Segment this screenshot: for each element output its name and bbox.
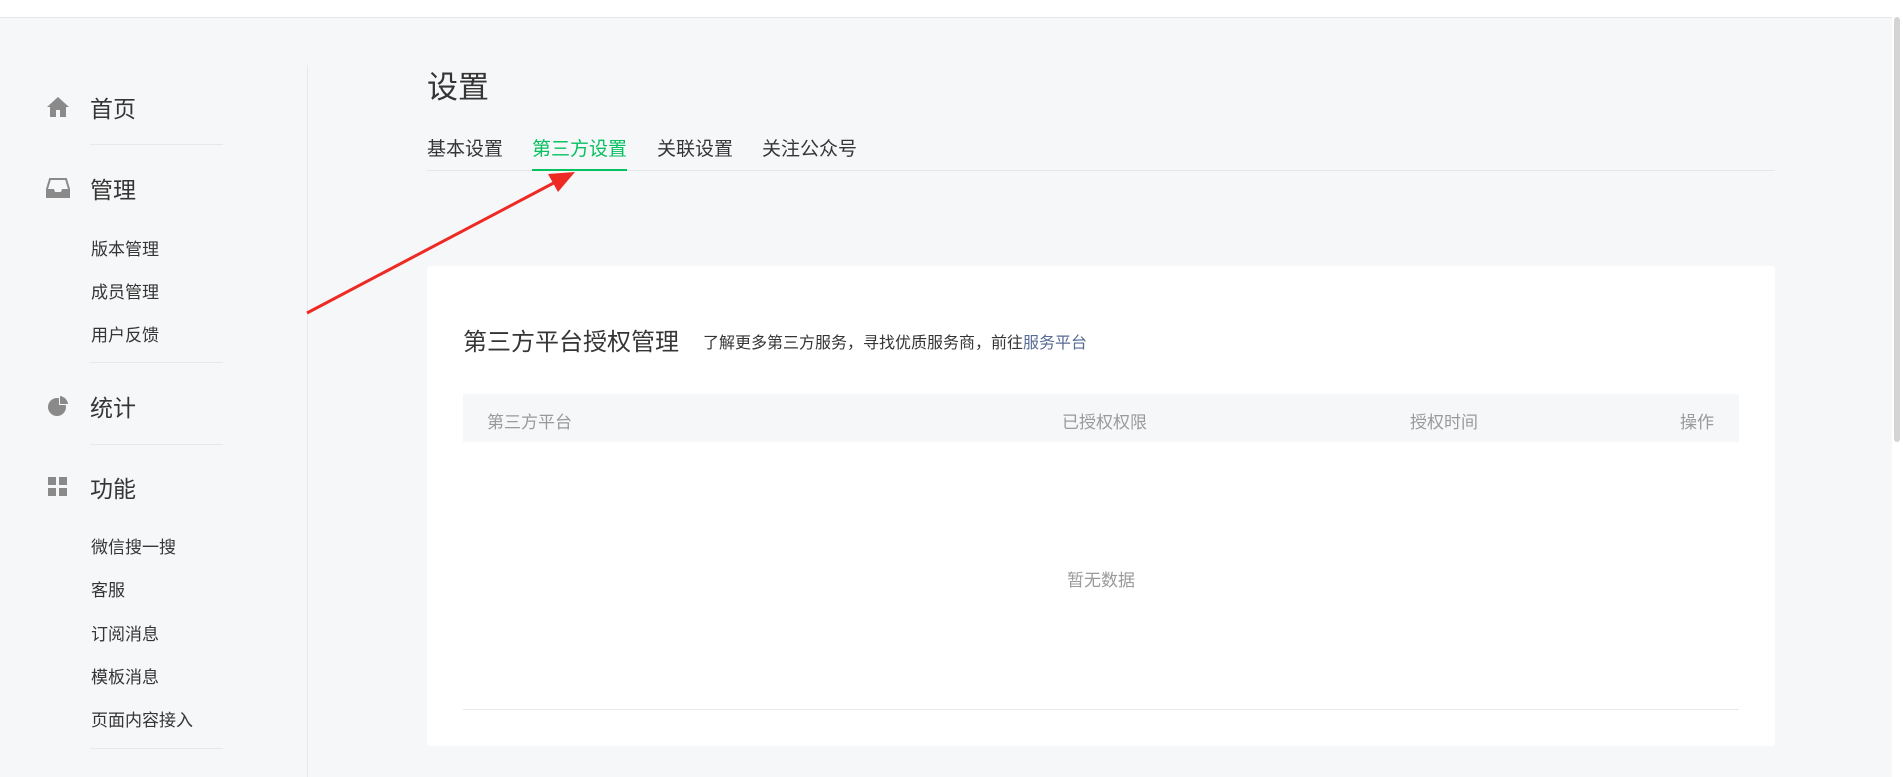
divider [90,144,223,145]
third-party-auth-card: 第三方平台授权管理 了解更多第三方服务，寻找优质服务商，前往服务平台 第三方平台… [427,266,1775,746]
home-icon [45,94,71,120]
sidebar: 首页 管理 版本管理 成员管理 用户反馈 统计 功能 微信搜一搜 客服 订阅消息… [0,65,308,777]
column-header-permissions: 已授权权限 [1062,413,1147,433]
sidebar-item-subscribe-message[interactable]: 订阅消息 [91,620,159,645]
column-header-auth-time: 授权时间 [1410,413,1478,433]
divider [90,748,223,749]
scrollbar[interactable] [1892,17,1903,777]
divider [90,444,223,445]
empty-state-text: 暂无数据 [1067,571,1135,591]
tab-basic-settings[interactable]: 基本设置 [427,134,503,169]
column-header-platform: 第三方平台 [487,413,572,433]
card-description-text: 了解更多第三方服务，寻找优质服务商，前往 [703,333,1024,352]
sidebar-item-customer-service[interactable]: 客服 [91,576,125,601]
service-platform-link[interactable]: 服务平台 [1023,333,1087,352]
grid-icon [45,474,71,500]
card-description: 了解更多第三方服务，寻找优质服务商，前往服务平台 [703,329,1087,353]
sidebar-item-label: 首页 [90,97,136,123]
sidebar-item-version-manage[interactable]: 版本管理 [91,235,159,260]
tab-third-party-settings[interactable]: 第三方设置 [532,134,628,171]
sidebar-item-template-message[interactable]: 模板消息 [91,663,159,688]
sidebar-item-page-content[interactable]: 页面内容接入 [91,706,193,731]
page-title: 设置 [427,70,489,106]
pie-chart-icon [45,393,71,419]
sidebar-item-user-feedback[interactable]: 用户反馈 [91,321,159,346]
top-bar [0,0,1903,18]
sidebar-item-wechat-search[interactable]: 微信搜一搜 [91,533,176,558]
sidebar-item-label: 统计 [90,396,136,422]
sidebar-item-label: 管理 [90,178,136,204]
card-title: 第三方平台授权管理 [463,328,679,356]
table-bottom-border [463,709,1739,710]
scrollbar-thumb[interactable] [1894,17,1900,442]
tab-bar: 基本设置 第三方设置 关联设置 关注公众号 [427,130,1775,171]
tab-follow-official-account[interactable]: 关注公众号 [762,134,857,169]
divider [90,362,223,363]
column-header-actions: 操作 [1680,413,1714,433]
sidebar-item-member-manage[interactable]: 成员管理 [91,278,159,303]
tab-related-settings[interactable]: 关联设置 [657,134,733,169]
table-header: 第三方平台 已授权权限 授权时间 操作 [463,394,1739,442]
inbox-icon [45,175,71,201]
sidebar-item-label: 功能 [90,477,136,503]
